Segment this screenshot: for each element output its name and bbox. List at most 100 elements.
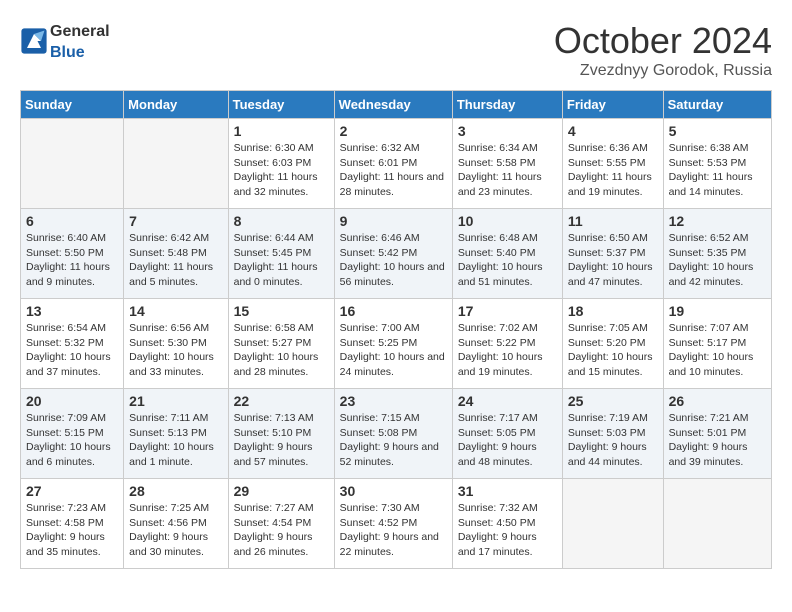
day-info: Sunrise: 6:34 AMSunset: 5:58 PMDaylight:… <box>458 142 542 198</box>
day-info: Sunrise: 7:15 AMSunset: 5:08 PMDaylight:… <box>340 412 439 468</box>
day-cell: 3 Sunrise: 6:34 AMSunset: 5:58 PMDaylight… <box>452 119 562 209</box>
logo: General Blue <box>20 20 110 62</box>
day-number: 23 <box>340 393 447 409</box>
day-info: Sunrise: 7:02 AMSunset: 5:22 PMDaylight:… <box>458 322 543 378</box>
column-header-row: SundayMondayTuesdayWednesdayThursdayFrid… <box>21 91 772 119</box>
day-cell: 31 Sunrise: 7:32 AMSunset: 4:50 PMDayligh… <box>452 479 562 569</box>
day-number: 7 <box>129 213 222 229</box>
day-cell: 13Sunrise: 6:54 AMSunset: 5:32 PMDayligh… <box>21 299 124 389</box>
day-cell <box>124 119 228 209</box>
day-number: 15 <box>234 303 329 319</box>
day-cell: 4 Sunrise: 6:36 AMSunset: 5:55 PMDaylight… <box>562 119 663 209</box>
calendar-table: SundayMondayTuesdayWednesdayThursdayFrid… <box>20 90 772 569</box>
day-cell: 1 Sunrise: 6:30 AMSunset: 6:03 PMDaylight… <box>228 119 334 209</box>
day-cell: 9Sunrise: 6:46 AMSunset: 5:42 PMDaylight… <box>334 209 452 299</box>
day-number: 5 <box>669 123 766 139</box>
day-cell: 15 Sunrise: 6:58 AMSunset: 5:27 PMDayligh… <box>228 299 334 389</box>
day-number: 4 <box>568 123 658 139</box>
day-cell: 18Sunrise: 7:05 AMSunset: 5:20 PMDayligh… <box>562 299 663 389</box>
location-title: Zvezdnyy Gorodok, Russia <box>554 62 772 80</box>
logo-blue: Blue <box>50 44 85 61</box>
week-row-2: 6 Sunrise: 6:40 AMSunset: 5:50 PMDaylight… <box>21 209 772 299</box>
day-cell: 24 Sunrise: 7:17 AMSunset: 5:05 PMDayligh… <box>452 389 562 479</box>
day-info: Sunrise: 7:09 AMSunset: 5:15 PMDaylight:… <box>26 412 111 468</box>
day-cell: 22 Sunrise: 7:13 AMSunset: 5:10 PMDayligh… <box>228 389 334 479</box>
day-number: 24 <box>458 393 557 409</box>
day-info: Sunrise: 7:07 AMSunset: 5:17 PMDaylight:… <box>669 322 754 378</box>
month-title: October 2024 <box>554 20 772 62</box>
logo-general: General <box>50 23 110 40</box>
week-row-3: 13Sunrise: 6:54 AMSunset: 5:32 PMDayligh… <box>21 299 772 389</box>
day-info: Sunrise: 6:30 AMSunset: 6:03 PMDaylight:… <box>234 142 318 198</box>
day-cell <box>663 479 771 569</box>
day-number: 26 <box>669 393 766 409</box>
day-cell: 11Sunrise: 6:50 AMSunset: 5:37 PMDayligh… <box>562 209 663 299</box>
day-number: 1 <box>234 123 329 139</box>
day-number: 19 <box>669 303 766 319</box>
day-info: Sunrise: 6:32 AMSunset: 6:01 PMDaylight:… <box>340 142 444 198</box>
day-info: Sunrise: 7:17 AMSunset: 5:05 PMDaylight:… <box>458 412 538 468</box>
day-number: 21 <box>129 393 222 409</box>
day-number: 18 <box>568 303 658 319</box>
day-number: 17 <box>458 303 557 319</box>
day-info: Sunrise: 6:36 AMSunset: 5:55 PMDaylight:… <box>568 142 652 198</box>
day-info: Sunrise: 7:00 AMSunset: 5:25 PMDaylight:… <box>340 322 445 378</box>
week-row-5: 27Sunrise: 7:23 AMSunset: 4:58 PMDayligh… <box>21 479 772 569</box>
day-cell: 26 Sunrise: 7:21 AMSunset: 5:01 PMDayligh… <box>663 389 771 479</box>
day-cell: 21Sunrise: 7:11 AMSunset: 5:13 PMDayligh… <box>124 389 228 479</box>
day-cell: 23 Sunrise: 7:15 AMSunset: 5:08 PMDayligh… <box>334 389 452 479</box>
day-info: Sunrise: 6:50 AMSunset: 5:37 PMDaylight:… <box>568 232 653 288</box>
day-number: 3 <box>458 123 557 139</box>
column-header-monday: Monday <box>124 91 228 119</box>
day-number: 28 <box>129 483 222 499</box>
page-header: General Blue October 2024 Zvezdnyy Gorod… <box>20 20 772 80</box>
title-block: October 2024 Zvezdnyy Gorodok, Russia <box>554 20 772 80</box>
day-number: 12 <box>669 213 766 229</box>
day-info: Sunrise: 7:27 AMSunset: 4:54 PMDaylight:… <box>234 502 314 558</box>
day-info: Sunrise: 7:23 AMSunset: 4:58 PMDaylight:… <box>26 502 106 558</box>
day-info: Sunrise: 6:40 AMSunset: 5:50 PMDaylight:… <box>26 232 110 288</box>
day-info: Sunrise: 6:42 AMSunset: 5:48 PMDaylight:… <box>129 232 213 288</box>
day-info: Sunrise: 7:30 AMSunset: 4:52 PMDaylight:… <box>340 502 439 558</box>
day-cell: 16 Sunrise: 7:00 AMSunset: 5:25 PMDayligh… <box>334 299 452 389</box>
day-number: 10 <box>458 213 557 229</box>
week-row-4: 20 Sunrise: 7:09 AMSunset: 5:15 PMDayligh… <box>21 389 772 479</box>
day-number: 2 <box>340 123 447 139</box>
day-cell: 25 Sunrise: 7:19 AMSunset: 5:03 PMDayligh… <box>562 389 663 479</box>
day-cell <box>562 479 663 569</box>
day-number: 31 <box>458 483 557 499</box>
day-cell: 6 Sunrise: 6:40 AMSunset: 5:50 PMDaylight… <box>21 209 124 299</box>
day-cell: 19 Sunrise: 7:07 AMSunset: 5:17 PMDayligh… <box>663 299 771 389</box>
day-cell: 8Sunrise: 6:44 AMSunset: 5:45 PMDaylight… <box>228 209 334 299</box>
day-info: Sunrise: 6:48 AMSunset: 5:40 PMDaylight:… <box>458 232 543 288</box>
column-header-sunday: Sunday <box>21 91 124 119</box>
day-number: 25 <box>568 393 658 409</box>
day-number: 6 <box>26 213 118 229</box>
day-info: Sunrise: 7:13 AMSunset: 5:10 PMDaylight:… <box>234 412 314 468</box>
day-cell: 7 Sunrise: 6:42 AMSunset: 5:48 PMDaylight… <box>124 209 228 299</box>
day-cell <box>21 119 124 209</box>
day-info: Sunrise: 7:32 AMSunset: 4:50 PMDaylight:… <box>458 502 538 558</box>
day-number: 14 <box>129 303 222 319</box>
day-number: 16 <box>340 303 447 319</box>
week-row-1: 1 Sunrise: 6:30 AMSunset: 6:03 PMDaylight… <box>21 119 772 209</box>
column-header-wednesday: Wednesday <box>334 91 452 119</box>
day-number: 8 <box>234 213 329 229</box>
day-info: Sunrise: 7:21 AMSunset: 5:01 PMDaylight:… <box>669 412 749 468</box>
day-cell: 17 Sunrise: 7:02 AMSunset: 5:22 PMDayligh… <box>452 299 562 389</box>
day-info: Sunrise: 7:19 AMSunset: 5:03 PMDaylight:… <box>568 412 648 468</box>
column-header-thursday: Thursday <box>452 91 562 119</box>
day-info: Sunrise: 6:38 AMSunset: 5:53 PMDaylight:… <box>669 142 753 198</box>
day-number: 20 <box>26 393 118 409</box>
day-number: 22 <box>234 393 329 409</box>
day-cell: 5 Sunrise: 6:38 AMSunset: 5:53 PMDaylight… <box>663 119 771 209</box>
day-cell: 10 Sunrise: 6:48 AMSunset: 5:40 PMDayligh… <box>452 209 562 299</box>
day-info: Sunrise: 6:56 AMSunset: 5:30 PMDaylight:… <box>129 322 214 378</box>
day-info: Sunrise: 6:58 AMSunset: 5:27 PMDaylight:… <box>234 322 319 378</box>
column-header-tuesday: Tuesday <box>228 91 334 119</box>
day-cell: 12Sunrise: 6:52 AMSunset: 5:35 PMDayligh… <box>663 209 771 299</box>
day-number: 29 <box>234 483 329 499</box>
column-header-friday: Friday <box>562 91 663 119</box>
day-cell: 20 Sunrise: 7:09 AMSunset: 5:15 PMDayligh… <box>21 389 124 479</box>
day-number: 30 <box>340 483 447 499</box>
